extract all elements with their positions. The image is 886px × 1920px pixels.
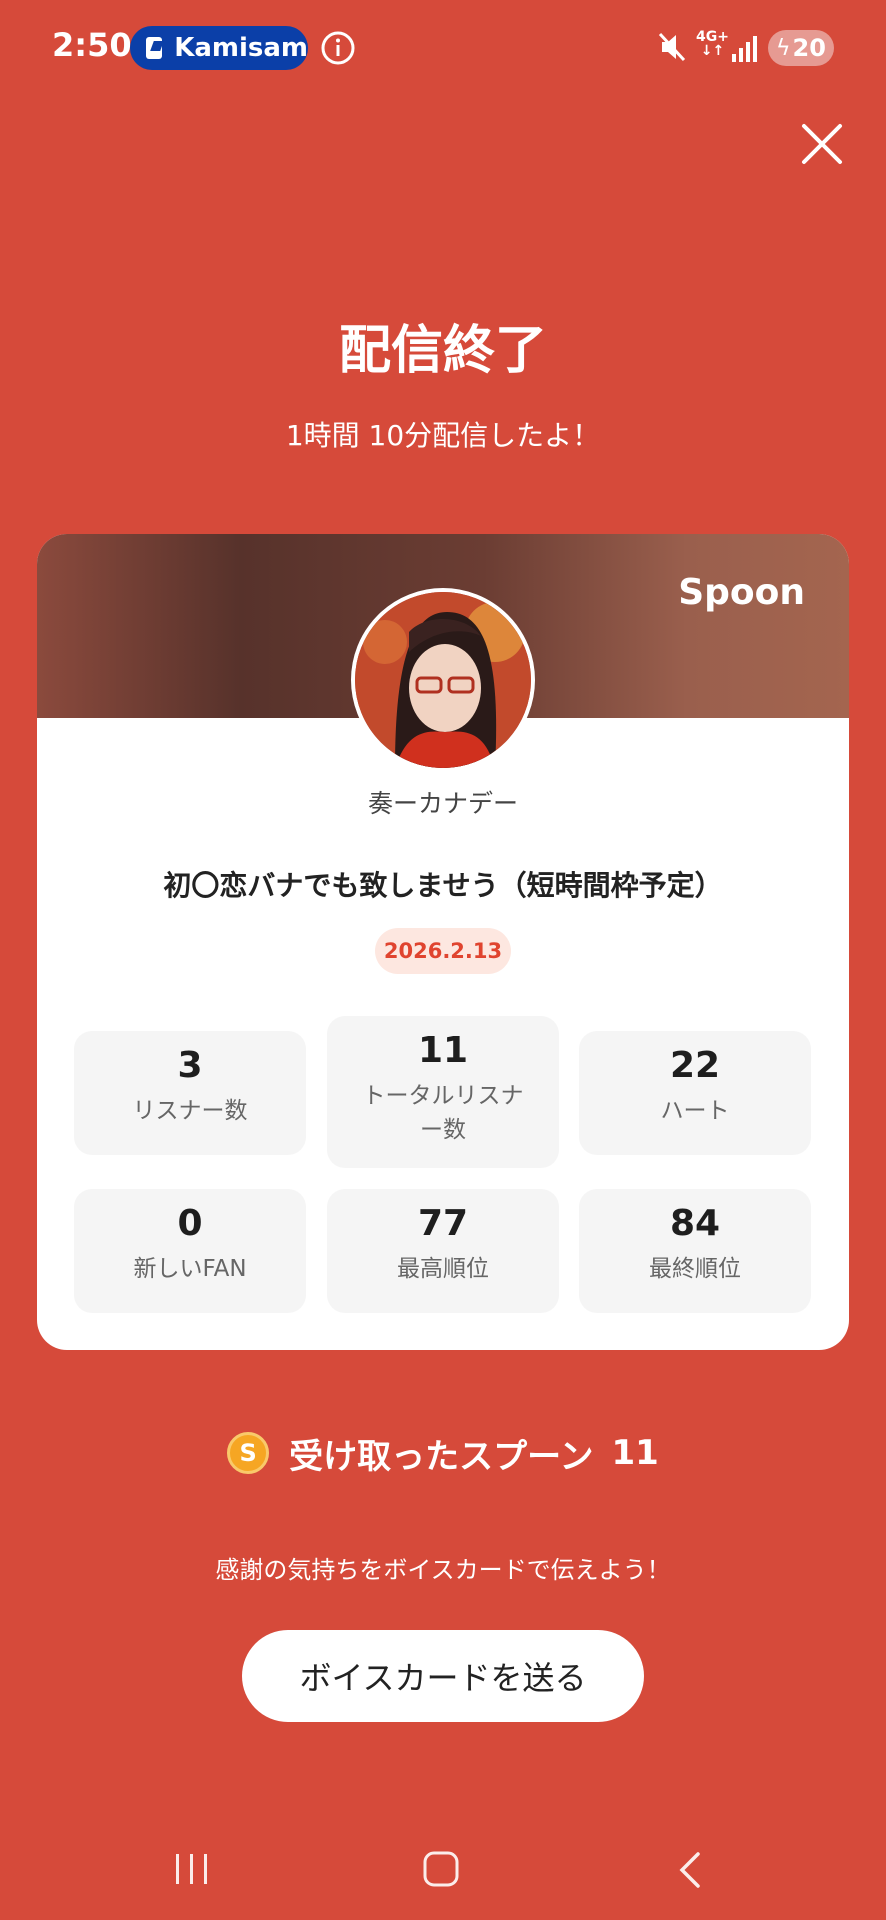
stat-listeners: 3 リスナー数	[74, 1031, 306, 1155]
page-title: 配信終了	[338, 321, 547, 381]
back-icon[interactable]	[676, 1850, 704, 1890]
stat-value: 84	[669, 1203, 721, 1244]
send-voice-card-button[interactable]: ボイスカードを送る	[242, 1630, 644, 1722]
spoons-label: 受け取ったスプーン	[289, 1436, 594, 1477]
stat-label: トータルリスナー数	[362, 1083, 524, 1143]
mute-icon	[658, 32, 686, 62]
stat-label: 最終順位	[649, 1256, 741, 1282]
app-pill[interactable]: Kamisam	[130, 26, 308, 70]
stat-label: 最高順位	[397, 1256, 489, 1282]
status-time: 2:50	[52, 26, 132, 64]
thanks-message: 感謝の気持ちをボイスカードで伝えよう！	[215, 1556, 671, 1584]
battery-indicator: ϟ 20	[768, 30, 834, 66]
stat-value: 3	[177, 1045, 203, 1086]
date-badge: 2026.2.13	[375, 928, 511, 974]
stat-value: 0	[177, 1203, 203, 1244]
stat-value: 22	[669, 1045, 721, 1086]
info-icon[interactable]	[320, 30, 356, 66]
stat-label: リスナー数	[132, 1098, 248, 1124]
stat-hearts: 22 ハート	[579, 1031, 811, 1155]
close-button[interactable]	[800, 122, 844, 166]
spoons-count: 11	[611, 1433, 659, 1473]
stat-total-listeners: 11 トータルリスナー数	[327, 1016, 559, 1168]
stat-final-rank: 84 最終順位	[579, 1189, 811, 1313]
status-bar: 2:50 Kamisam 4G+ ↓↑ ϟ 20	[0, 0, 886, 96]
spoon-coin-icon: S	[227, 1432, 270, 1474]
stat-label: 新しいFAN	[133, 1256, 247, 1282]
stat-value: 11	[417, 1030, 469, 1071]
avatar-image	[355, 592, 531, 768]
stat-value: 77	[417, 1203, 469, 1244]
spoons-received: S 受け取ったスプーン 11	[0, 1428, 886, 1478]
app-pill-label: Kamisam	[174, 33, 308, 63]
stream-title: 初〇恋バナでも致しませう（短時間枠予定）	[163, 869, 723, 902]
system-nav-bar	[0, 1840, 886, 1900]
stat-highest-rank: 77 最高順位	[327, 1189, 559, 1313]
brand-logo: Spoon	[678, 572, 805, 613]
stat-label: ハート	[660, 1098, 730, 1124]
network-label: 4G+ ↓↑	[696, 29, 729, 59]
app-icon	[146, 37, 163, 59]
signal-icon	[732, 36, 757, 62]
charging-icon: ϟ	[776, 35, 791, 61]
stat-new-fans: 0 新しいFAN	[74, 1189, 306, 1313]
broadcast-duration: 1時間 10分配信したよ！	[285, 419, 601, 452]
avatar	[351, 588, 535, 772]
home-icon[interactable]	[422, 1850, 460, 1888]
summary-card: Spoon 奏ーカナデー 初〇恋バナでも致しませう（短時間枠予定） 2026.2…	[37, 534, 849, 1350]
recents-icon[interactable]	[174, 1852, 210, 1886]
battery-percent: 20	[792, 34, 826, 62]
host-name: 奏ーカナデー	[367, 789, 518, 818]
